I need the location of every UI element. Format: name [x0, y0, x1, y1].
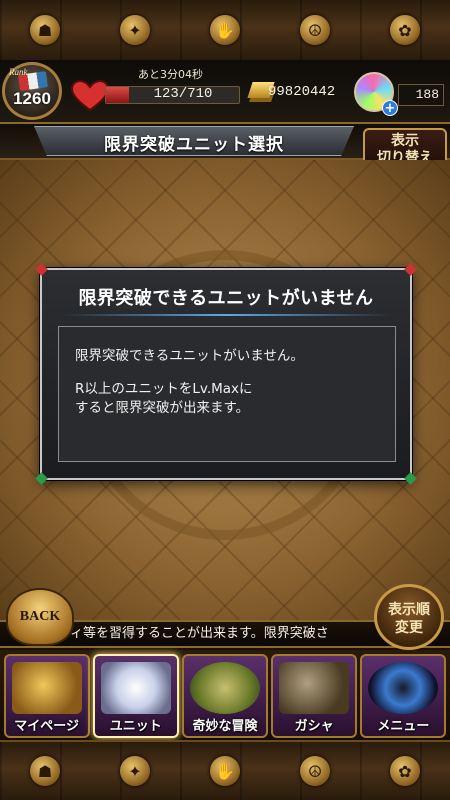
- bottom-decorative-frieze: ☗ ✦ ✋ ☮ ✿: [0, 740, 450, 800]
- dialog-divider: [62, 314, 392, 316]
- sort-label-line2: 変更: [395, 620, 423, 636]
- rank-label: Rank: [9, 67, 28, 77]
- dialog-message: 限界突破できるユニットがいません。: [75, 348, 304, 364]
- stamina-fill: [106, 87, 129, 103]
- peace-emblem-icon: ☮: [300, 15, 330, 45]
- mask-emblem-icon: ☗: [30, 15, 60, 45]
- back-button[interactable]: BACK: [6, 588, 74, 646]
- rank-badge[interactable]: Rank 1260: [2, 62, 62, 120]
- dialog-hint-line1: R以上のユニットをLv.Maxに: [75, 381, 253, 397]
- rank-value: 1260: [13, 89, 51, 108]
- stamina-value: 123/710: [153, 86, 213, 102]
- crest-emblem-icon: ✦: [120, 756, 150, 786]
- top-decorative-frieze: ☗ ✦ ✋ ☮ ✿: [0, 0, 450, 62]
- unit-crystal-icon: [100, 662, 171, 714]
- dialog-body: 限界突破できるユニットがいません。 R以上のユニットをLv.Maxに すると限界…: [58, 326, 396, 462]
- nav-item-adventure[interactable]: 奇妙な冒険: [181, 654, 268, 738]
- nav-label: マイページ: [14, 719, 79, 734]
- crest-emblem-icon: ✦: [120, 15, 150, 45]
- peace-emblem-icon: ☮: [300, 756, 330, 786]
- globe-icon: [189, 662, 260, 714]
- toggle-label-line1: 表示: [391, 133, 419, 149]
- no-unit-dialog: 限界突破できるユニットがいません 限界突破できるユニットがいません。 R以上のユ…: [35, 263, 417, 485]
- gacha-icon: [279, 662, 350, 714]
- gold-value: 99820442: [268, 84, 336, 100]
- status-bar: Rank 1260 あと3分04秒 123/710 99820442 + 188: [0, 60, 450, 124]
- nav-item-mypage[interactable]: マイページ: [3, 654, 90, 738]
- nav-item-gacha[interactable]: ガシャ: [271, 654, 358, 738]
- dialog-title: 限界突破できるユニットがいません: [78, 288, 374, 309]
- sort-label-line1: 表示順: [388, 602, 430, 618]
- gem-value: 188: [398, 84, 444, 106]
- mask-emblem-icon: ☗: [30, 756, 60, 786]
- nav-label: ガシャ: [294, 719, 334, 734]
- nav-item-menu[interactable]: メニュー: [360, 654, 447, 738]
- bottom-nav: マイページ ユニット 奇妙な冒険 ガシャ メニュー: [0, 650, 450, 742]
- jojo-logo-icon: [11, 662, 82, 714]
- heart-icon: [70, 80, 110, 112]
- nav-label: メニュー: [377, 719, 430, 734]
- paw-emblem-icon: ✿: [390, 15, 420, 45]
- dialog-hint-line2: すると限界突破が出来ます。: [75, 400, 250, 416]
- add-gem-button[interactable]: +: [382, 100, 398, 116]
- menu-orb-icon: [368, 662, 439, 714]
- nav-label: 奇妙な冒険: [192, 719, 258, 734]
- paw-emblem-icon: ✿: [390, 756, 420, 786]
- hand-emblem-icon: ✋: [210, 756, 240, 786]
- nav-item-unit[interactable]: ユニット: [92, 654, 179, 738]
- page-title: 限界突破ユニット選択: [104, 135, 284, 155]
- hand-emblem-icon: ✋: [210, 15, 240, 45]
- stamina-timer: あと3分04秒: [138, 68, 203, 81]
- sort-order-button[interactable]: 表示順 変更: [374, 584, 444, 650]
- nav-label: ユニット: [109, 719, 162, 734]
